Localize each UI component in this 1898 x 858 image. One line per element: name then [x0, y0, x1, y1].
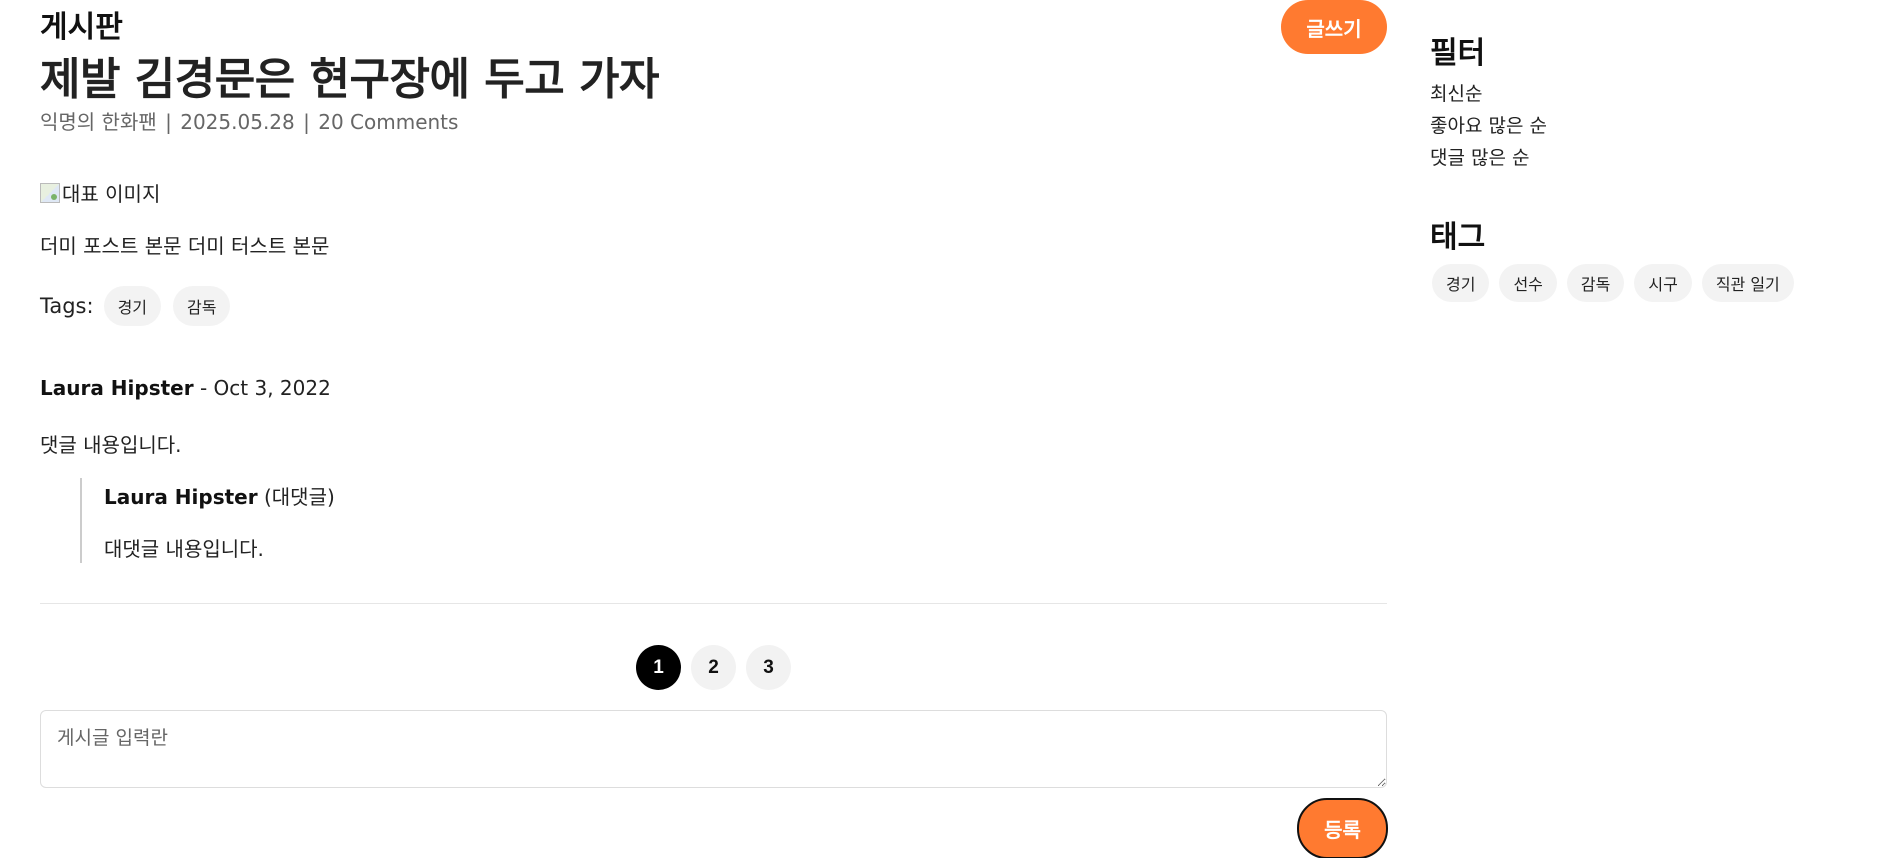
page-button-1[interactable]: 1 [636, 645, 681, 690]
comment-author: Laura Hipster [40, 376, 194, 400]
filter-item-latest[interactable]: 최신순 [1430, 78, 1547, 110]
post-date: 2025.05.28 [180, 110, 295, 134]
post-tag[interactable]: 감독 [173, 286, 231, 326]
submit-button[interactable]: 등록 [1297, 798, 1388, 858]
tags-label: Tags: [40, 294, 94, 318]
filter-item-most-liked[interactable]: 좋아요 많은 순 [1430, 110, 1547, 142]
tag-heading: 태그 [1430, 220, 1486, 255]
reply-body: 대댓글 내용입니다. [104, 537, 264, 561]
sidebar-tag[interactable]: 경기 [1432, 264, 1490, 302]
sidebar-tags: 경기 선수 감독 시구 직관 일기 [1432, 264, 1804, 302]
comment-body: 댓글 내용입니다. [40, 433, 182, 457]
post-tags: Tags: 경기 감독 [40, 286, 242, 326]
sidebar-tag[interactable]: 감독 [1566, 264, 1625, 302]
sidebar-tag[interactable]: 시구 [1634, 264, 1692, 302]
post-meta: 익명의 한화팬 | 2025.05.28 | 20 Comments [40, 106, 458, 135]
meta-separator: | [303, 110, 310, 134]
meta-separator: | [165, 110, 172, 134]
filter-item-most-commented[interactable]: 댓글 많은 순 [1430, 142, 1547, 174]
post-author: 익명의 한화팬 [40, 110, 157, 134]
sidebar-tag[interactable]: 선수 [1499, 264, 1557, 302]
post-tag[interactable]: 경기 [103, 286, 162, 326]
post-title: 제발 김경문은 현구장에 두고 가자 [40, 54, 660, 105]
sidebar-tag[interactable]: 직관 일기 [1701, 264, 1794, 302]
comment-header: Laura Hipster - Oct 3, 2022 [40, 376, 331, 400]
reply-author: Laura Hipster [104, 485, 258, 509]
comment-date: - Oct 3, 2022 [193, 376, 331, 400]
post-comments-count[interactable]: 20 Comments [318, 110, 458, 134]
filter-list: 최신순 좋아요 많은 순 댓글 많은 순 [1430, 78, 1547, 174]
pagination: 1 2 3 [636, 645, 801, 690]
reply-label: (대댓글) [257, 485, 335, 509]
board-title: 게시판 [40, 10, 123, 45]
page-button-2[interactable]: 2 [691, 645, 736, 690]
post-body: 더미 포스트 본문 더미 터스트 본문 [40, 234, 330, 258]
broken-image-icon [40, 182, 60, 203]
write-button[interactable]: 글쓰기 [1281, 0, 1387, 54]
reply-header: Laura Hipster (대댓글) [104, 481, 335, 510]
post-thumbnail: 대표 이미지 [40, 178, 160, 207]
page-button-3[interactable]: 3 [746, 645, 791, 690]
post-thumbnail-alt: 대표 이미지 [62, 182, 161, 206]
filter-heading: 필터 [1430, 36, 1486, 71]
divider [40, 603, 1387, 604]
reply-comment: Laura Hipster (대댓글) 대댓글 내용입니다. [80, 478, 480, 563]
post-input[interactable] [40, 710, 1387, 788]
